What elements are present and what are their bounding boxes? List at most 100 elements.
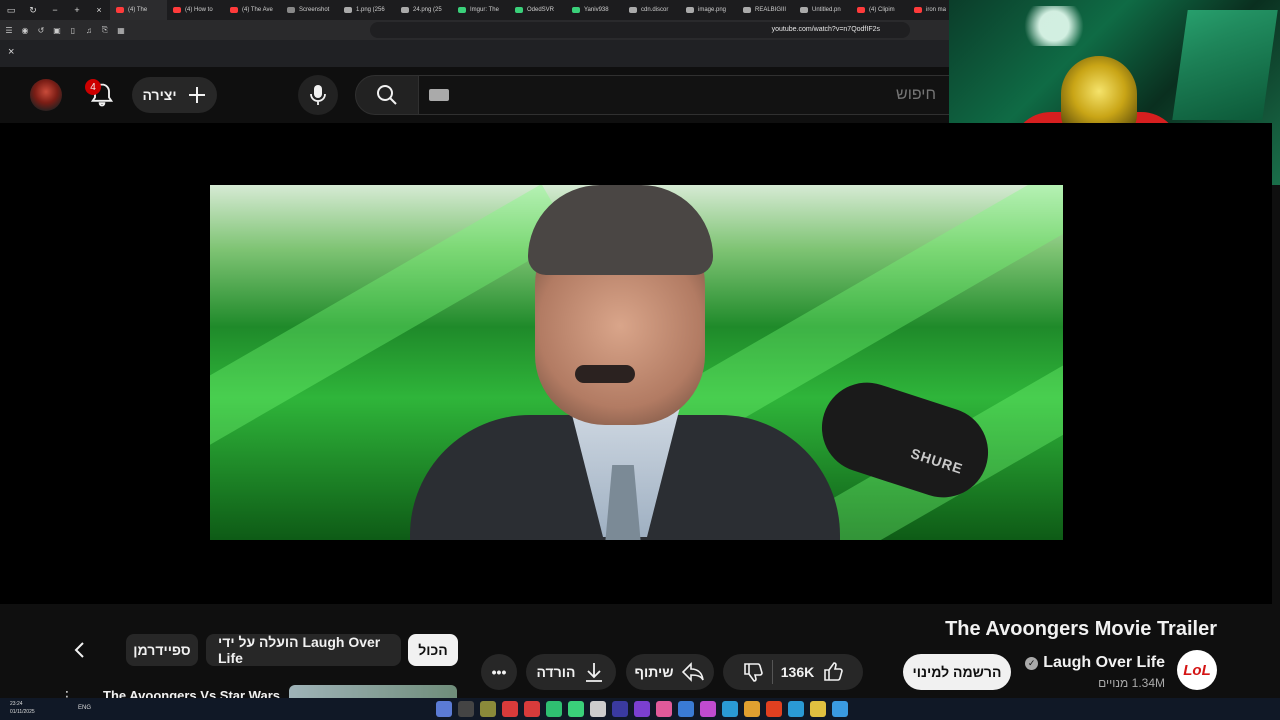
capture-icon[interactable]: ⎘ — [98, 23, 112, 37]
browser-tab[interactable]: (4) Clipim — [851, 0, 908, 20]
clock-date: 01/11/2025 — [10, 709, 35, 715]
notification-badge: 4 — [85, 79, 101, 95]
browser-tab[interactable]: Untitled.pn — [794, 0, 851, 20]
keyboard-icon[interactable] — [429, 89, 449, 101]
tab-favicon-icon — [401, 7, 409, 13]
language-indicator[interactable]: ENG — [78, 705, 91, 711]
chevron-left-icon[interactable] — [66, 636, 94, 664]
browser-tab[interactable]: 24.png (25 — [395, 0, 452, 20]
avatar[interactable] — [30, 79, 62, 111]
close-tab-icon[interactable]: × — [88, 0, 110, 20]
channel-name: Laugh Over Life — [1043, 654, 1165, 671]
chip-all[interactable]: הכול — [408, 634, 458, 666]
taskbar-app-icon[interactable] — [568, 701, 584, 717]
taskbar-app-icon[interactable] — [678, 701, 694, 717]
taskbar-app-icon[interactable] — [634, 701, 650, 717]
tab-label: (4) The Ave — [242, 7, 273, 13]
tab-favicon-icon — [344, 7, 352, 13]
plus-icon — [188, 87, 205, 103]
channel-name-row[interactable]: ✓ Laugh Over Life — [1025, 654, 1165, 672]
browser-tab[interactable]: Screenshot — [281, 0, 338, 20]
tab-label: Yaniv938 — [584, 7, 609, 13]
taskbar-app-icon[interactable] — [656, 701, 672, 717]
taskbar-app-icon[interactable] — [590, 701, 606, 717]
browser-tab[interactable]: cdn.discor — [623, 0, 680, 20]
window-icon[interactable]: ▯ — [66, 23, 80, 37]
microphone-icon — [310, 85, 326, 105]
scrollbar-track[interactable] — [1272, 185, 1280, 698]
browser-tab[interactable]: (4) The — [110, 0, 167, 20]
tab-menu-icon[interactable]: ▭ — [0, 0, 22, 20]
search-button[interactable] — [355, 75, 419, 115]
voice-search-button[interactable] — [298, 75, 338, 115]
like-count[interactable]: 136K — [781, 664, 814, 680]
anchor-hair — [528, 185, 713, 275]
tab-label: (4) How to — [185, 7, 213, 13]
music-icon[interactable]: ♫ — [82, 23, 96, 37]
browser-tab[interactable]: (4) How to — [167, 0, 224, 20]
taskbar-app-icon[interactable] — [546, 701, 562, 717]
tab-favicon-icon — [686, 7, 694, 13]
tab-favicon-icon — [230, 7, 238, 13]
chip-uploaded-by[interactable]: הועלה על ידי Laugh Over Life — [206, 634, 401, 666]
browser-tab[interactable]: (4) The Ave — [224, 0, 281, 20]
taskbar-app-icon[interactable] — [436, 701, 452, 717]
clock-time: 23:24 — [10, 701, 23, 707]
menu-icon[interactable]: ☰ — [2, 23, 16, 37]
browser-tab[interactable]: image.png — [680, 0, 737, 20]
video-frame[interactable]: SHURE — [210, 185, 1063, 540]
taskbar-app-icon[interactable] — [788, 701, 804, 717]
new-tab-button[interactable]: + — [66, 0, 88, 20]
taskbar-app-icon[interactable] — [722, 701, 738, 717]
close-icon[interactable]: × — [8, 46, 14, 58]
sidebar-icon[interactable]: ▣ — [50, 23, 64, 37]
hexagon-lights — [1009, 6, 1099, 46]
back-icon[interactable]: ↺ — [34, 23, 48, 37]
chip-spiderman[interactable]: ספיידרמן — [126, 634, 198, 666]
tab-favicon-icon — [173, 7, 181, 13]
shield-icon[interactable]: ◉ — [18, 23, 32, 37]
taskbar-app-icon[interactable] — [458, 701, 474, 717]
tab-label: (4) Clipim — [869, 7, 895, 13]
subscribe-button[interactable]: הרשמה למינוי — [903, 654, 1011, 690]
taskbar-app-icon[interactable] — [810, 701, 826, 717]
download-icon — [586, 663, 603, 682]
taskbar-app-icon[interactable] — [744, 701, 760, 717]
minimize-tab-icon[interactable]: − — [44, 0, 66, 20]
taskbar-app-icon[interactable] — [766, 701, 782, 717]
url-text: youtube.com/watch?v=n7QodfIF2s — [771, 26, 880, 33]
tab-favicon-icon — [914, 7, 922, 13]
search-box — [418, 75, 950, 115]
address-bar[interactable]: youtube.com/watch?v=n7QodfIF2s — [370, 22, 910, 38]
clock[interactable]: 23:24 01/11/2025 — [10, 700, 35, 716]
more-actions-button[interactable]: ••• — [481, 654, 517, 690]
dislike-icon[interactable] — [742, 661, 764, 683]
video-player[interactable]: SHURE — [0, 123, 1272, 604]
browser-tab[interactable]: Imgur: The — [452, 0, 509, 20]
gallery-icon[interactable]: ▦ — [114, 23, 128, 37]
taskbar-app-icons — [436, 701, 848, 717]
browser-tab[interactable]: OdedSVR — [509, 0, 566, 20]
browser-tab[interactable]: REALBIGIII — [737, 0, 794, 20]
tab-favicon-icon — [458, 7, 466, 13]
taskbar-app-icon[interactable] — [832, 701, 848, 717]
tab-label: Imgur: The — [470, 7, 499, 13]
tab-history-icon[interactable]: ↻ — [22, 0, 44, 20]
like-icon[interactable] — [822, 661, 844, 683]
download-button[interactable]: הורדה — [526, 654, 616, 690]
taskbar-app-icon[interactable] — [700, 701, 716, 717]
create-button[interactable]: יצירה — [132, 77, 217, 113]
channel-avatar[interactable]: LoL — [1177, 650, 1217, 690]
taskbar-app-icon[interactable] — [502, 701, 518, 717]
share-label: שיתוף — [634, 664, 674, 680]
taskbar-app-icon[interactable] — [612, 701, 628, 717]
browser-tab[interactable]: Yaniv938 — [566, 0, 623, 20]
taskbar-app-icon[interactable] — [480, 701, 496, 717]
search-input[interactable] — [419, 76, 950, 114]
taskbar-app-icon[interactable] — [524, 701, 540, 717]
video-details: The Avoongers Movie Trailer LoL ✓ Laugh … — [0, 604, 1280, 705]
browser-tab[interactable]: 1.png (256 — [338, 0, 395, 20]
share-button[interactable]: שיתוף — [626, 654, 714, 690]
create-label: יצירה — [142, 87, 177, 103]
anchor-mustache — [575, 365, 635, 383]
